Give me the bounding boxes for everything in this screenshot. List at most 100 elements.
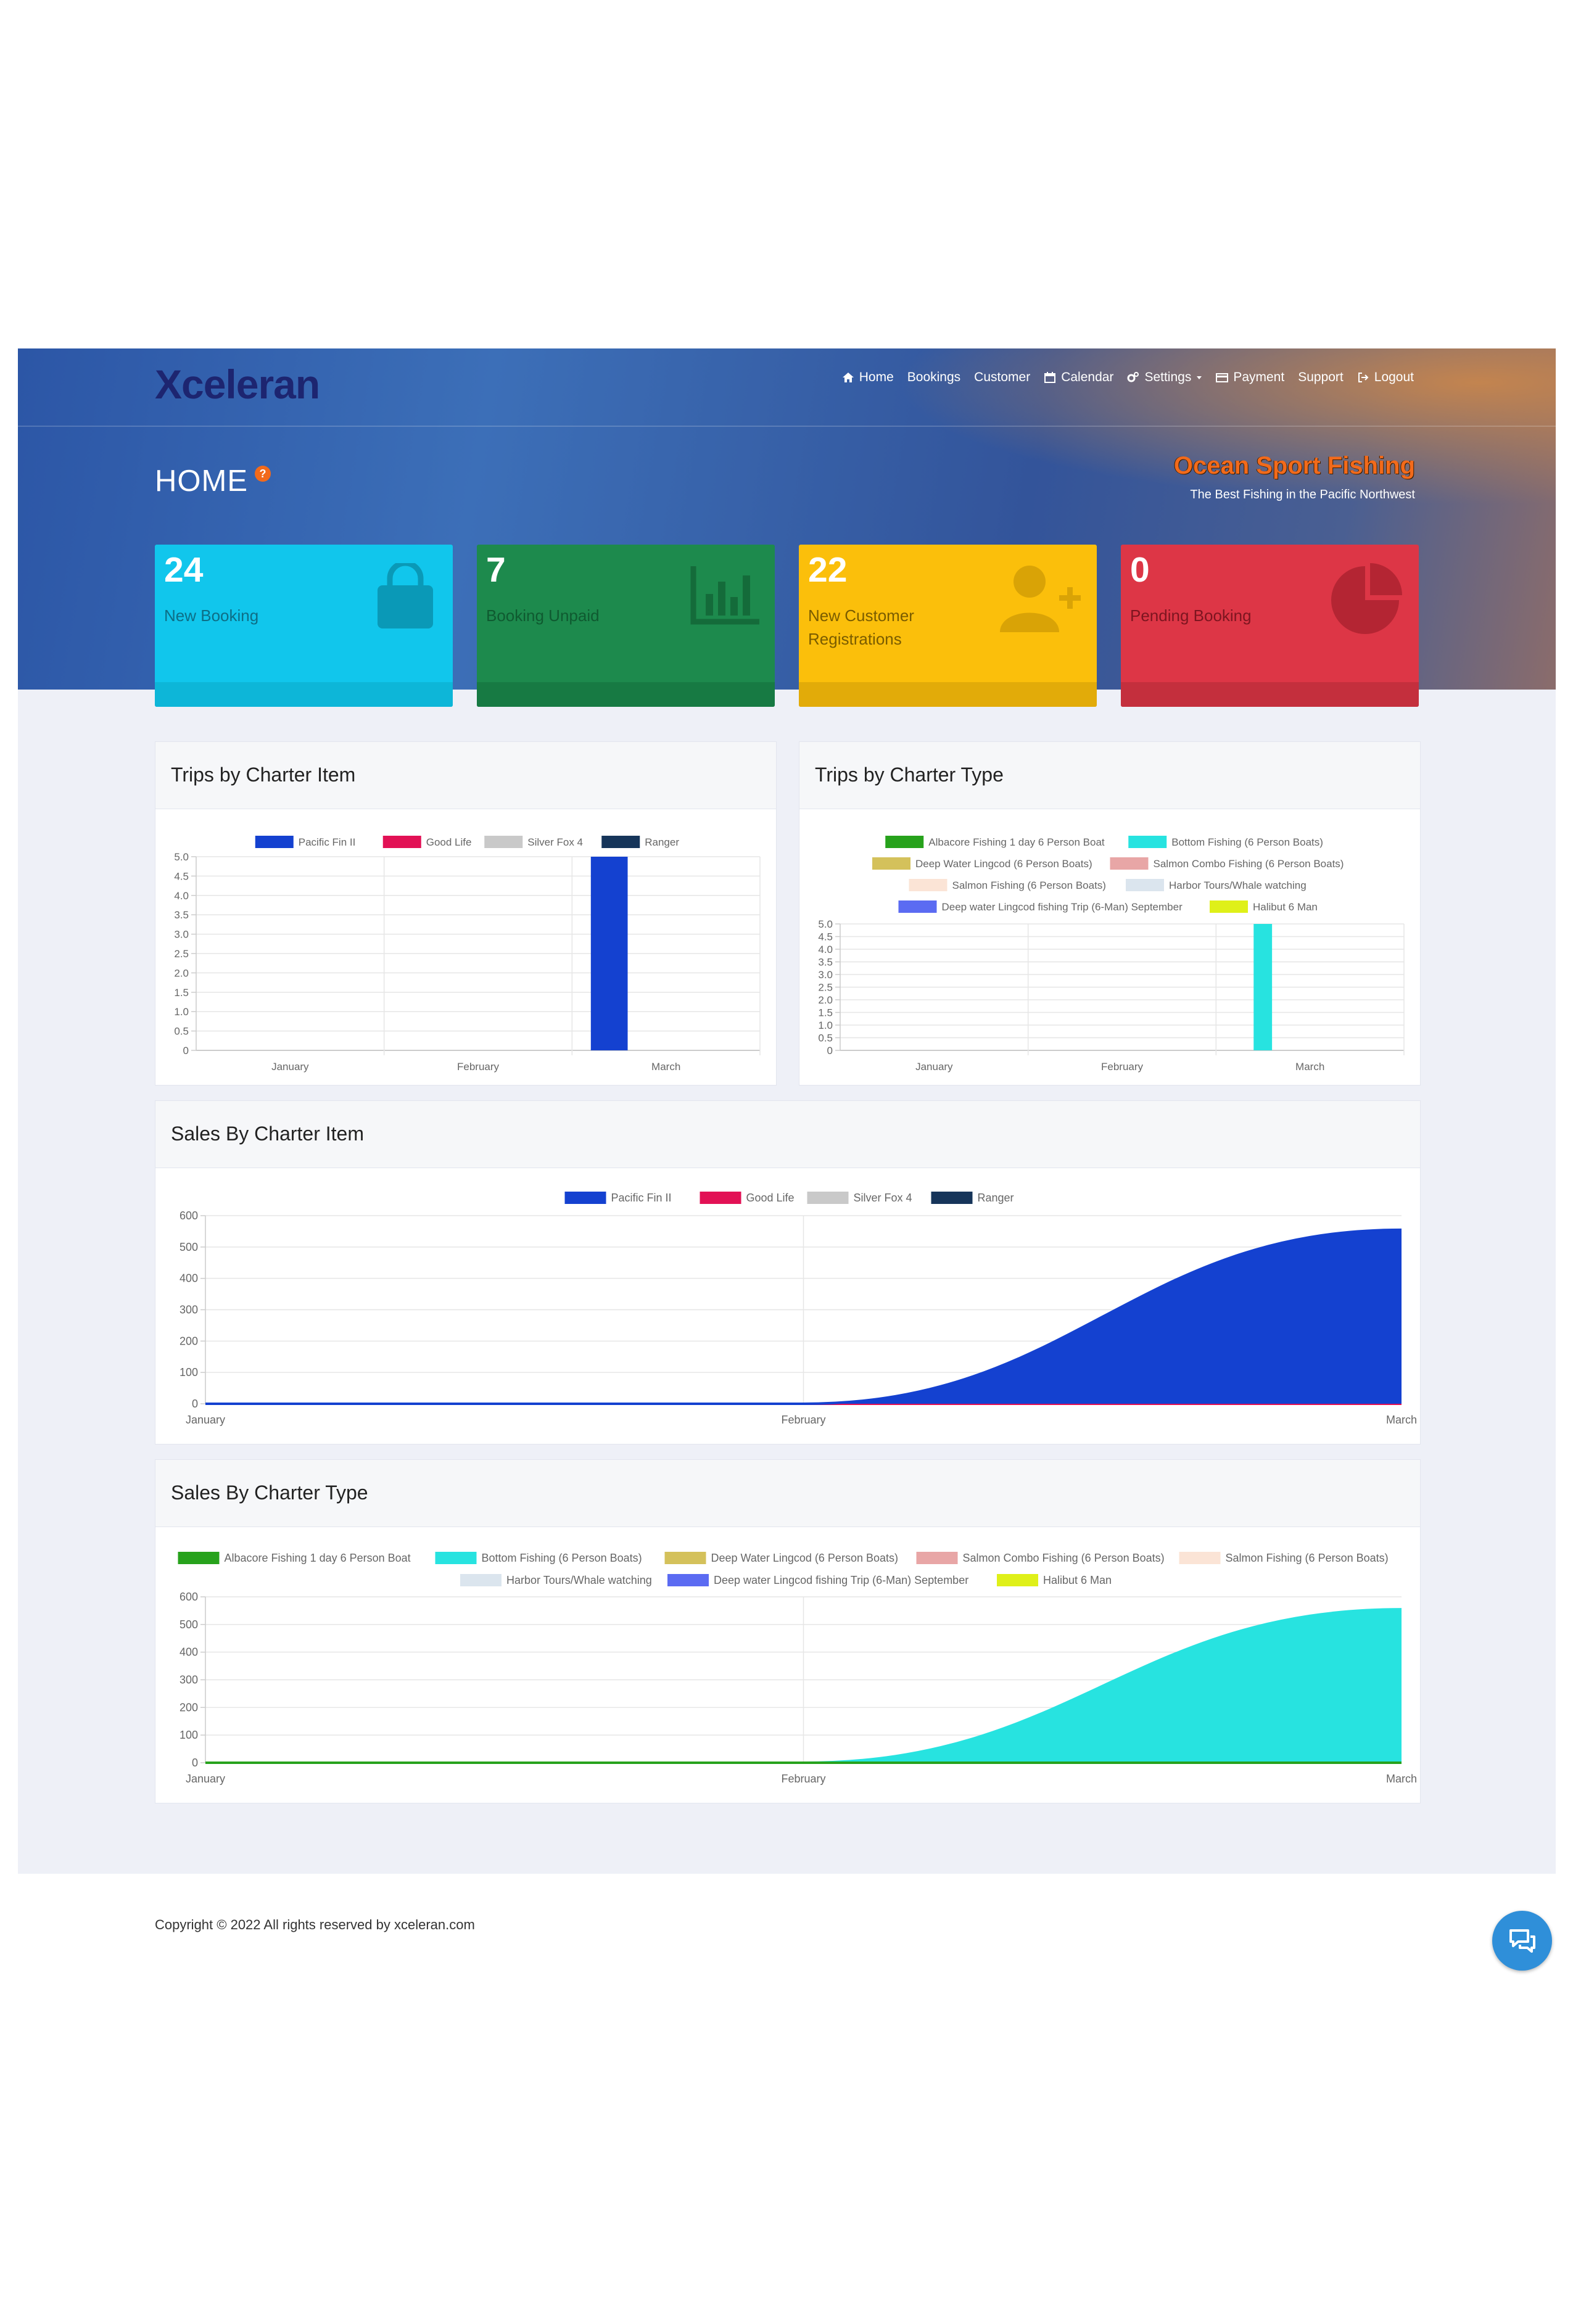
- y-tick-label: 3.5: [818, 957, 833, 968]
- sign-out-icon: [1358, 373, 1369, 382]
- nav-customer[interactable]: Customer: [974, 370, 1030, 385]
- stat-pending-booking[interactable]: 0 Pending Booking: [1121, 545, 1419, 707]
- nav-settings[interactable]: Settings: [1127, 370, 1202, 385]
- stat-footer-bar: [1121, 682, 1419, 707]
- stat-label: New Booking: [164, 606, 259, 625]
- legend-label: Silver Fox 4: [527, 836, 583, 848]
- chat-button[interactable]: [1492, 1911, 1552, 1971]
- nav-home[interactable]: Home: [842, 370, 894, 385]
- y-tick-label: 100: [180, 1366, 198, 1378]
- legend-swatch: [564, 1192, 606, 1204]
- trips-by-item-chart: Pacific Fin II Good Life Silver Fox 4 Range…: [174, 836, 761, 1073]
- card-sales-by-charter-item: Sales By Charter Item Pacific Fin II Good…: [155, 1100, 1421, 1444]
- gears-icon: [1127, 372, 1139, 382]
- legend-swatch: [435, 1552, 477, 1564]
- y-tick-label: 300: [180, 1304, 198, 1316]
- bar: [590, 857, 628, 1050]
- card-title: Trips by Charter Type: [799, 742, 1420, 809]
- y-tick-label: 3.0: [818, 969, 833, 981]
- y-tick-label: 500: [180, 1618, 198, 1631]
- x-tick-label: February: [781, 1773, 825, 1785]
- bar: [1253, 924, 1273, 1050]
- y-tick-label: 3.5: [174, 909, 189, 921]
- card-title: Sales By Charter Type: [155, 1460, 1420, 1527]
- card-title: Sales By Charter Item: [155, 1101, 1420, 1168]
- legend-swatch: [872, 857, 910, 870]
- nav-support-label: Support: [1298, 370, 1344, 384]
- x-tick-label: March: [1386, 1414, 1417, 1426]
- nav-divider: [18, 426, 1556, 427]
- y-tick-label: 4.5: [174, 870, 189, 882]
- trips-by-type-chart: Albacore Fishing 1 day 6 Person Boat Bott…: [818, 836, 1405, 1073]
- legend-label: Halibut 6 Man: [1253, 901, 1318, 913]
- y-tick-label: 400: [180, 1272, 198, 1285]
- stat-new-booking[interactable]: 24 New Booking: [155, 545, 453, 707]
- legend-label: Albacore Fishing 1 day 6 Person Boat: [225, 1552, 411, 1564]
- nav-logout[interactable]: Logout: [1357, 370, 1414, 385]
- y-tick-label: 1.5: [818, 1007, 833, 1019]
- x-tick-label: January: [186, 1773, 225, 1785]
- stat-label: Pending Booking: [1130, 606, 1252, 625]
- legend-swatch: [667, 1574, 709, 1586]
- legend-label: Good Life: [746, 1192, 795, 1204]
- nav-logout-label: Logout: [1374, 370, 1414, 384]
- x-tick-label: March: [1386, 1773, 1417, 1785]
- legend-swatch: [484, 836, 523, 848]
- y-tick-label: 0: [827, 1045, 833, 1057]
- legend-label: Deep Water Lingcod (6 Person Boats): [711, 1552, 899, 1564]
- legend-label: Deep water Lingcod fishing Trip (6-Man) …: [714, 1574, 968, 1586]
- y-tick-label: 5.0: [818, 918, 833, 930]
- nav-bookings[interactable]: Bookings: [907, 370, 960, 385]
- credit-card-icon: [1216, 373, 1229, 382]
- stat-value: 24: [164, 550, 204, 590]
- stat-new-customer[interactable]: 22 New Customer Registrations: [799, 545, 1097, 707]
- legend-swatch: [601, 836, 640, 848]
- legend-swatch: [382, 836, 421, 848]
- legend-label: Salmon Combo Fishing (6 Person Boats): [963, 1552, 1165, 1564]
- legend-label: Bottom Fishing (6 Person Boats): [482, 1552, 642, 1564]
- x-tick-label: March: [1295, 1061, 1324, 1073]
- top-nav: Home Bookings Customer Calendar Settings…: [842, 370, 1414, 385]
- brand-subtitle: The Best Fishing in the Pacific Northwes…: [1190, 488, 1415, 501]
- nav-payment[interactable]: Payment: [1216, 370, 1284, 385]
- y-tick-label: 600: [180, 1591, 198, 1603]
- legend-label: Bottom Fishing (6 Person Boats): [1171, 836, 1323, 848]
- legend-swatch: [700, 1192, 741, 1204]
- calendar-icon: [1044, 372, 1056, 383]
- nav-calendar[interactable]: Calendar: [1044, 370, 1113, 385]
- logo[interactable]: Xceleran: [155, 361, 320, 408]
- nav-payment-label: Payment: [1233, 370, 1285, 384]
- stat-footer-bar: [155, 682, 453, 707]
- y-tick-label: 300: [180, 1674, 198, 1686]
- y-tick-label: 0: [192, 1398, 198, 1410]
- nav-settings-label: Settings: [1144, 370, 1192, 384]
- card-sales-by-charter-type: Sales By Charter Type Albacore Fishing 1…: [155, 1459, 1421, 1803]
- stat-value: 7: [486, 550, 506, 590]
- legend-swatch: [931, 1192, 973, 1204]
- y-tick-label: 400: [180, 1646, 198, 1659]
- legend-label: Harbor Tours/Whale watching: [1169, 880, 1307, 891]
- stat-booking-unpaid[interactable]: 7 Booking Unpaid: [477, 545, 775, 707]
- legend-label: Ranger: [978, 1192, 1014, 1204]
- y-tick-label: 1.5: [174, 987, 189, 999]
- y-tick-label: 0: [183, 1045, 189, 1057]
- legend-swatch: [1126, 879, 1164, 891]
- y-tick-label: 2.5: [818, 982, 833, 994]
- legend-label: Deep water Lingcod fishing Trip (6-Man) …: [942, 901, 1183, 913]
- legend-label: Ranger: [645, 836, 679, 848]
- legend-swatch: [255, 836, 294, 848]
- legend-label: Deep Water Lingcod (6 Person Boats): [915, 858, 1092, 870]
- pie-chart-icon: [1331, 563, 1402, 634]
- stat-value: 0: [1130, 550, 1150, 590]
- legend-swatch: [460, 1574, 502, 1586]
- help-badge[interactable]: ?: [255, 466, 271, 482]
- nav-support[interactable]: Support: [1298, 370, 1344, 385]
- legend-label: Salmon Fishing (6 Person Boats): [1226, 1552, 1389, 1564]
- x-tick-label: January: [186, 1414, 225, 1426]
- card-trips-by-charter-type: Trips by Charter Type Albacore Fishing 1…: [799, 741, 1421, 1086]
- y-tick-label: 4.0: [174, 890, 189, 902]
- y-tick-label: 2.0: [174, 967, 189, 979]
- stat-value: 22: [808, 550, 848, 590]
- y-tick-label: 2.5: [174, 948, 189, 960]
- legend-swatch: [997, 1574, 1038, 1586]
